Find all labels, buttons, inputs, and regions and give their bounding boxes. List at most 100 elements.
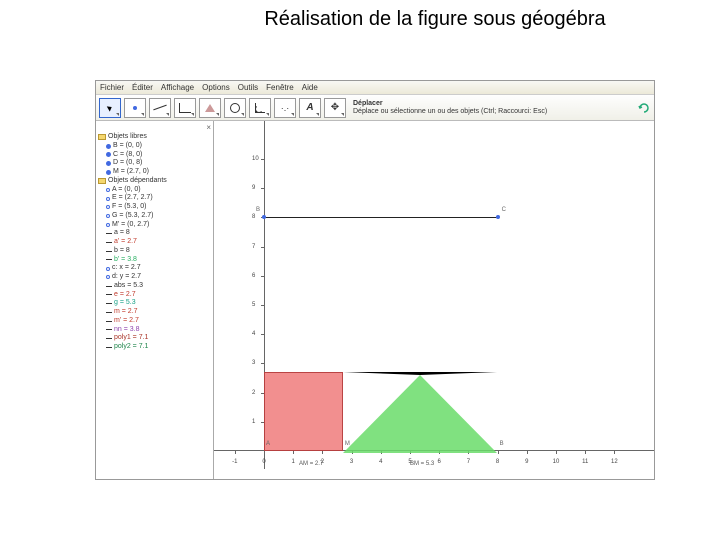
x-tick-label: 9: [525, 459, 528, 465]
folder-label: Objets dépendants: [108, 177, 167, 186]
y-tick: [261, 334, 265, 335]
redo-button[interactable]: [637, 101, 651, 115]
x-tick: [527, 450, 528, 454]
point-label-c: C: [502, 207, 506, 213]
tooltip-title: Déplacer: [353, 100, 547, 108]
tool-move[interactable]: [99, 98, 121, 118]
point-icon: [106, 161, 111, 166]
list-item[interactable]: C = (8, 0): [98, 151, 211, 160]
folder-icon: [98, 134, 106, 140]
segment-icon: [106, 321, 112, 322]
tool-text[interactable]: A: [299, 98, 321, 118]
tool-reflect[interactable]: ·.·: [274, 98, 296, 118]
toolbar: ·.· A ✥ Déplacer Déplace ou sélectionne …: [96, 95, 654, 121]
list-item[interactable]: D = (0, 8): [98, 159, 211, 168]
x-tick-label: -1: [232, 459, 237, 465]
list-item[interactable]: d: y = 2.7: [98, 273, 211, 282]
folder-dependent-objects[interactable]: Objets dépendants: [98, 177, 211, 186]
cursor-icon: [107, 104, 113, 111]
x-tick-label: 7: [467, 459, 470, 465]
list-item[interactable]: F = (5.3, 0): [98, 203, 211, 212]
workspace: × Objets libres B = (0, 0) C = (8, 0) D …: [96, 121, 654, 479]
segment-icon: [106, 233, 112, 234]
menu-edit[interactable]: Éditer: [132, 83, 153, 92]
list-item[interactable]: poly2 = 7.1: [98, 343, 211, 352]
tool-tooltip: Déplacer Déplace ou sélectionne un ou de…: [353, 100, 547, 115]
x-tick: [614, 450, 615, 454]
menu-window[interactable]: Fenêtre: [266, 83, 294, 92]
list-item[interactable]: c: x = 2.7: [98, 264, 211, 273]
list-item[interactable]: m = 2.7: [98, 308, 211, 317]
list-item[interactable]: nn = 3.8: [98, 326, 211, 335]
measure-am: AM = 2.7: [299, 461, 323, 467]
list-item[interactable]: m' = 2.7: [98, 317, 211, 326]
list-item[interactable]: G = (5.3, 2.7): [98, 212, 211, 221]
close-icon[interactable]: ×: [206, 123, 211, 133]
x-tick-label: 4: [379, 459, 382, 465]
tool-point[interactable]: [124, 98, 146, 118]
menu-options[interactable]: Options: [202, 83, 230, 92]
folder-label: Objets libres: [108, 133, 147, 142]
tool-line[interactable]: [149, 98, 171, 118]
x-tick-label: 3: [350, 459, 353, 465]
segment-icon: [106, 312, 112, 313]
list-item[interactable]: a = 8: [98, 229, 211, 238]
menu-file[interactable]: Fichier: [100, 83, 124, 92]
x-tick: [498, 450, 499, 454]
list-item[interactable]: B = (0, 0): [98, 142, 211, 151]
point-c[interactable]: [496, 215, 500, 219]
menu-help[interactable]: Aide: [302, 83, 318, 92]
y-tick-label: 4: [252, 331, 255, 337]
tool-circle[interactable]: [224, 98, 246, 118]
y-tick-label: 6: [252, 273, 255, 279]
list-item[interactable]: a' = 2.7: [98, 238, 211, 247]
point-label-m: M: [345, 441, 350, 447]
point-icon: [106, 144, 111, 149]
point-icon: [106, 214, 110, 218]
point-label-a: A: [266, 441, 270, 447]
list-item[interactable]: A = (0, 0): [98, 186, 211, 195]
tool-perpendicular[interactable]: [174, 98, 196, 118]
point-icon: [106, 188, 110, 192]
x-tick-label: 1: [292, 459, 295, 465]
list-item[interactable]: E = (2.7, 2.7): [98, 194, 211, 203]
point-icon: [106, 197, 110, 201]
x-tick: [556, 450, 557, 454]
y-tick-label: 2: [252, 390, 255, 396]
y-tick: [261, 159, 265, 160]
algebra-view[interactable]: × Objets libres B = (0, 0) C = (8, 0) D …: [96, 121, 214, 479]
segment-icon: [106, 286, 112, 287]
tool-translate-view[interactable]: ✥: [324, 98, 346, 118]
folder-free-objects[interactable]: Objets libres: [98, 133, 211, 142]
point-d[interactable]: [262, 215, 266, 219]
y-tick-label: 5: [252, 302, 255, 308]
tool-polygon[interactable]: [199, 98, 221, 118]
tool-angle[interactable]: [249, 98, 271, 118]
menu-view[interactable]: Affichage: [161, 83, 194, 92]
list-item[interactable]: poly1 = 7.1: [98, 334, 211, 343]
redo-icon: [638, 102, 650, 114]
menu-tools[interactable]: Outils: [238, 83, 258, 92]
list-item[interactable]: e = 2.7: [98, 291, 211, 300]
list-item[interactable]: b' = 3.8: [98, 256, 211, 265]
poly2-triangle[interactable]: [343, 372, 497, 453]
list-item[interactable]: abs = 5.3: [98, 282, 211, 291]
list-item[interactable]: M' = (0, 2.7): [98, 221, 211, 230]
segment-icon: [106, 329, 112, 330]
segment-icon: [106, 347, 112, 348]
segment-dc[interactable]: [264, 217, 498, 218]
list-item[interactable]: b = 8: [98, 247, 211, 256]
measure-bm: BM = 5.3: [410, 461, 434, 467]
y-tick: [261, 188, 265, 189]
text-icon: A: [306, 102, 313, 113]
point-icon: [106, 223, 110, 227]
list-item[interactable]: M = (2.7, 0): [98, 168, 211, 177]
segment-icon: [106, 242, 112, 243]
point-icon: [106, 275, 110, 279]
poly1-square[interactable]: [264, 372, 343, 451]
algebra-header: ×: [98, 123, 211, 133]
y-tick-label: 1: [252, 419, 255, 425]
menubar: Fichier Éditer Affichage Options Outils …: [96, 81, 654, 95]
list-item[interactable]: g = 5.3: [98, 299, 211, 308]
graphics-view[interactable]: -10123456789101112 12345678910 B C A M B…: [214, 121, 654, 479]
